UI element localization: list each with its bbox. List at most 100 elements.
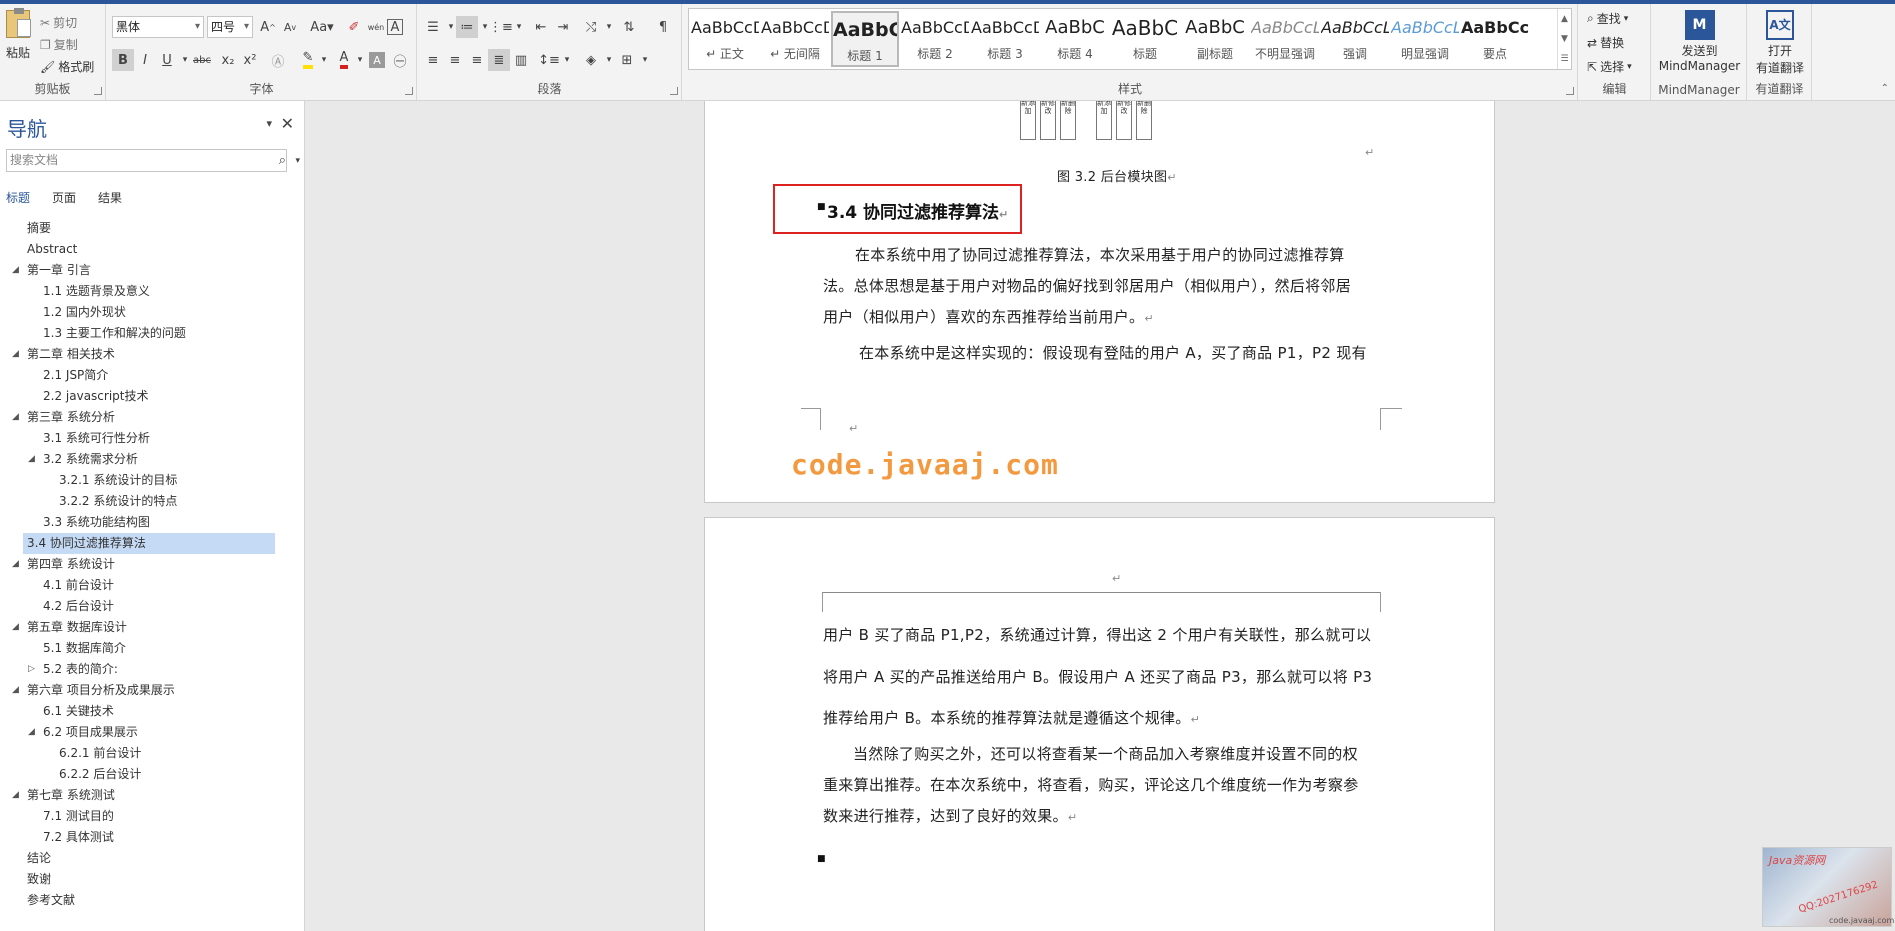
distributed-icon[interactable]: ▥ bbox=[510, 49, 532, 71]
nav-heading-item[interactable]: 4.2 后台设计 bbox=[0, 596, 305, 617]
style-heading-1[interactable]: AaBbC 标题 1 bbox=[831, 11, 899, 67]
styles-launcher[interactable] bbox=[1566, 87, 1574, 95]
nav-heading-item[interactable]: 2.1 JSP简介 bbox=[0, 365, 305, 386]
body-line[interactable]: 在本系统中用了协同过滤推荐算法，本次采用基于用户的协同过滤推荐算 bbox=[855, 244, 1345, 265]
nav-heading-item[interactable]: 1.1 选题背景及意义 bbox=[0, 281, 305, 302]
search-icon[interactable]: ⌕ bbox=[279, 153, 286, 168]
clipboard-launcher[interactable] bbox=[94, 87, 102, 95]
document-area[interactable]: 新添加 新修改 新删除 新添加 新修改 新删除 图 3.2 后台模块图↵ ↵ ■ 3.4 … bbox=[306, 101, 1895, 931]
line-spacing-dropdown-icon[interactable]: ▾ bbox=[556, 49, 578, 71]
nav-heading-item[interactable]: 致谢 bbox=[0, 869, 305, 890]
style-intense-emphasis[interactable]: AaBbCcL 明显强调 bbox=[1391, 11, 1459, 67]
clear-format-icon[interactable]: ✐ bbox=[343, 16, 365, 38]
nav-heading-item[interactable]: 结论 bbox=[0, 848, 305, 869]
copy-button[interactable]: ❐ 复制 bbox=[40, 36, 78, 53]
style-heading-4[interactable]: AaBbC 标题 4 bbox=[1041, 11, 1109, 67]
body-line[interactable]: 用户（相似用户）喜欢的东西推荐给当前用户。↵ bbox=[823, 306, 1154, 327]
nav-heading-item[interactable]: 7.1 测试目的 bbox=[0, 806, 305, 827]
collapse-arrow-icon[interactable]: ◢ bbox=[12, 344, 19, 365]
body-line[interactable]: 推荐给用户 B。本系统的推荐算法就是遵循这个规律。↵ bbox=[823, 707, 1200, 728]
nav-heading-item[interactable]: 6.2.2 后台设计 bbox=[0, 764, 305, 785]
section-heading[interactable]: 3.4 协同过滤推荐算法↵ bbox=[827, 198, 1008, 223]
style-heading-2[interactable]: AaBbCcD 标题 2 bbox=[901, 11, 969, 67]
collapse-arrow-icon[interactable]: ◢ bbox=[12, 617, 19, 638]
nav-heading-item[interactable]: ◢ 第六章 项目分析及成果展示 bbox=[0, 680, 305, 701]
style-heading-3[interactable]: AaBbCcD 标题 3 bbox=[971, 11, 1039, 67]
nav-heading-item[interactable]: 3.4 协同过滤推荐算法 bbox=[23, 533, 275, 554]
asian-layout-dropdown-icon[interactable]: ▾ bbox=[598, 16, 620, 38]
search-options-icon[interactable]: ▾ bbox=[295, 156, 300, 166]
style-no-spacing[interactable]: AaBbCcD ↵ 无间隔 bbox=[761, 11, 829, 67]
collapse-arrow-icon[interactable]: ◢ bbox=[12, 680, 19, 701]
nav-heading-item[interactable]: ◢ 6.2 项目成果展示 bbox=[0, 722, 305, 743]
nav-heading-item[interactable]: ◢ 3.2 系统需求分析 bbox=[0, 449, 305, 470]
nav-heading-item[interactable]: 3.3 系统功能结构图 bbox=[0, 512, 305, 533]
nav-heading-item[interactable]: 1.2 国内外现状 bbox=[0, 302, 305, 323]
char-shading-icon[interactable]: A bbox=[369, 52, 385, 68]
text-effects-icon[interactable]: Ⓐ bbox=[267, 49, 289, 71]
grow-font-icon[interactable]: A ^ bbox=[257, 16, 279, 38]
nav-heading-item[interactable]: 6.2.1 前台设计 bbox=[0, 743, 305, 764]
show-marks-icon[interactable]: ¶ bbox=[652, 16, 674, 38]
tab-headings[interactable]: 标题 bbox=[6, 189, 30, 206]
nav-heading-item[interactable]: 6.1 关键技术 bbox=[0, 701, 305, 722]
align-left-icon[interactable]: ≡ bbox=[422, 49, 444, 71]
nav-heading-item[interactable]: 摘要 bbox=[0, 218, 305, 239]
collapse-arrow-icon[interactable]: ◢ bbox=[28, 449, 35, 470]
collapse-arrow-icon[interactable]: ◢ bbox=[28, 722, 35, 743]
nav-search-input[interactable]: 搜索文档 bbox=[6, 149, 287, 172]
expand-arrow-icon[interactable]: ▷ bbox=[28, 659, 35, 680]
tab-results[interactable]: 结果 bbox=[98, 189, 122, 206]
select-button[interactable]: ⇱ 选择 ▾ bbox=[1587, 58, 1632, 75]
nav-heading-item[interactable]: ▷ 5.2 表的简介: bbox=[0, 659, 305, 680]
page[interactable]: 新添加 新修改 新删除 新添加 新修改 新删除 图 3.2 后台模块图↵ ↵ ■ 3.4 … bbox=[704, 101, 1495, 503]
nav-heading-item[interactable]: ◢ 第三章 系统分析 bbox=[0, 407, 305, 428]
close-icon[interactable]: ✕ bbox=[281, 114, 294, 133]
nav-heading-item[interactable]: Abstract bbox=[0, 239, 305, 260]
multilevel-dropdown-icon[interactable]: ▾ bbox=[508, 16, 530, 38]
nav-heading-item[interactable]: 3.2.2 系统设计的特点 bbox=[0, 491, 305, 512]
style-subtle-emphasis[interactable]: AaBbCcL 不明显强调 bbox=[1251, 11, 1319, 67]
highlight-dropdown-icon[interactable]: ▾ bbox=[313, 49, 335, 71]
increase-indent-icon[interactable]: ⇥ bbox=[552, 16, 574, 38]
font-color-dropdown-icon[interactable]: ▾ bbox=[349, 49, 371, 71]
char-border-icon[interactable]: A bbox=[387, 19, 403, 35]
align-center-icon[interactable]: ≡ bbox=[444, 49, 466, 71]
body-line[interactable]: 用户 B 买了商品 P1,P2，系统通过计算，得出这 2 个用户有关联性，那么就… bbox=[823, 624, 1371, 645]
strikethrough-button[interactable]: abc bbox=[189, 49, 215, 71]
nav-heading-item[interactable]: 4.1 前台设计 bbox=[0, 575, 305, 596]
nav-heading-item[interactable]: ◢ 第五章 数据库设计 bbox=[0, 617, 305, 638]
borders-dropdown-icon[interactable]: ▾ bbox=[634, 49, 656, 71]
italic-button[interactable]: I bbox=[134, 49, 156, 71]
font-name-dropdown[interactable]: 黑体 bbox=[112, 16, 204, 38]
shrink-font-icon[interactable]: Av bbox=[279, 16, 301, 38]
body-line[interactable]: 将用户 A 买的产品推送给用户 B。假设用户 A 还买了商品 P3，那么就可以将… bbox=[823, 666, 1372, 687]
collapse-arrow-icon[interactable]: ◢ bbox=[12, 260, 19, 281]
nav-heading-item[interactable]: 2.2 javascript技术 bbox=[0, 386, 305, 407]
body-line[interactable]: 重来算出推荐。在本次系统中，将查看，购买，评论这几个维度统一作为考察参 bbox=[823, 774, 1359, 795]
body-line[interactable]: 法。总体思想是基于用户对物品的偏好找到邻居用户（相似用户），然后将邻居 bbox=[823, 275, 1351, 296]
open-youdao-button[interactable]: A文 打开 有道翻译 bbox=[1748, 10, 1812, 76]
more-styles-icon[interactable]: ☰ bbox=[1558, 49, 1571, 69]
styles-scroll[interactable]: ▲ ▼ ☰ bbox=[1557, 9, 1571, 69]
decrease-indent-icon[interactable]: ⇤ bbox=[530, 16, 552, 38]
style-strong[interactable]: AaBbCcl 要点 bbox=[1461, 11, 1529, 67]
style-subtitle[interactable]: AaBbC 副标题 bbox=[1181, 11, 1249, 67]
superscript-button[interactable]: x² bbox=[239, 49, 261, 71]
paragraph-launcher[interactable] bbox=[670, 87, 678, 95]
font-launcher[interactable] bbox=[405, 87, 413, 95]
collapse-arrow-icon[interactable]: ◢ bbox=[12, 785, 19, 806]
bold-button[interactable]: B bbox=[112, 49, 134, 71]
nav-heading-item[interactable]: 参考文献 bbox=[0, 890, 305, 911]
nav-heading-item[interactable]: 7.2 具体测试 bbox=[0, 827, 305, 848]
cut-button[interactable]: ✂ 剪切 bbox=[40, 14, 77, 31]
sort-icon[interactable]: ⇅ bbox=[618, 16, 640, 38]
tab-pages[interactable]: 页面 bbox=[52, 189, 76, 206]
body-line[interactable]: 数来进行推荐，达到了良好的效果。↵ bbox=[823, 805, 1077, 826]
style-normal[interactable]: AaBbCcD ↵ 正文 bbox=[691, 11, 759, 67]
nav-heading-item[interactable]: 3.2.1 系统设计的目标 bbox=[0, 470, 305, 491]
collapse-arrow-icon[interactable]: ◢ bbox=[12, 554, 19, 575]
nav-heading-item[interactable]: ◢ 第四章 系统设计 bbox=[0, 554, 305, 575]
page[interactable]: ↵ 用户 B 买了商品 P1,P2，系统通过计算，得出这 2 个用户有关联性，那… bbox=[704, 517, 1495, 931]
nav-heading-item[interactable]: ◢ 第二章 相关技术 bbox=[0, 344, 305, 365]
